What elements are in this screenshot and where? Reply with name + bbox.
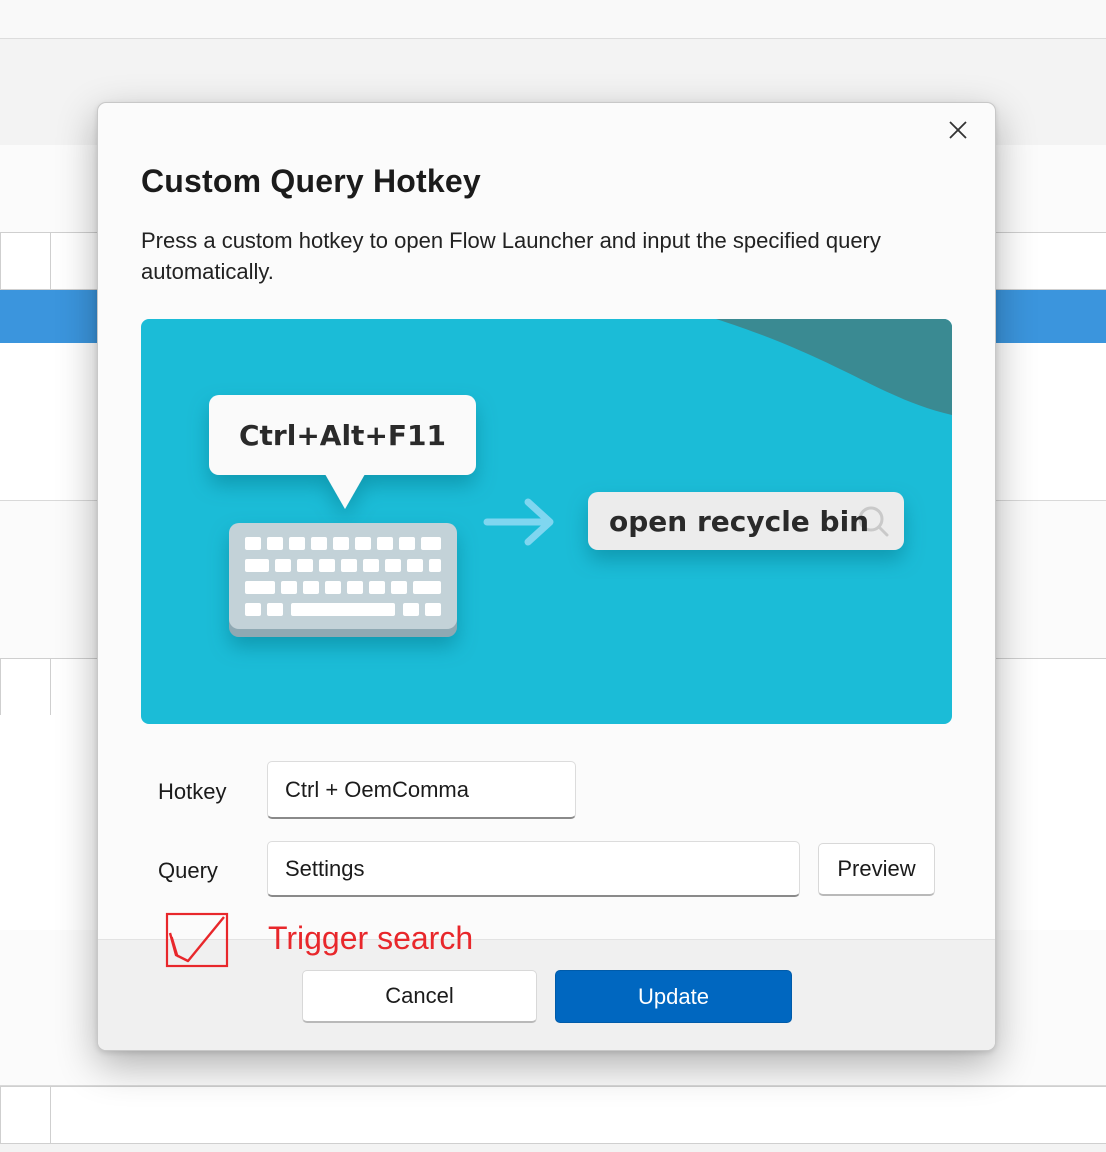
query-label: Query	[158, 858, 218, 883]
search-example-text: open recycle bin	[609, 505, 870, 538]
custom-query-hotkey-dialog: Custom Query Hotkey Press a custom hotke…	[97, 102, 996, 1051]
background-toolbar	[0, 0, 1106, 39]
corner-accent-shape	[716, 319, 952, 415]
query-input[interactable]: Settings	[267, 841, 800, 897]
arrow-right-icon	[483, 498, 554, 546]
close-button[interactable]	[941, 115, 975, 145]
hotkey-input[interactable]: Ctrl + OemComma	[267, 761, 576, 819]
hotkey-illustration: Ctrl+Alt+F11 open recycle bin	[141, 319, 952, 724]
cancel-button[interactable]: Cancel	[302, 970, 537, 1023]
hotkey-bubble-text: Ctrl+Alt+F11	[238, 418, 446, 452]
background-cell	[0, 1086, 51, 1144]
close-icon	[949, 121, 967, 139]
update-button[interactable]: Update	[555, 970, 792, 1023]
trigger-search-annotation: Trigger search	[268, 920, 474, 956]
dialog-footer	[98, 939, 995, 1050]
hotkey-label: Hotkey	[158, 779, 227, 804]
background-cell	[0, 232, 51, 290]
dialog-description: Press a custom hotkey to open Flow Launc…	[141, 228, 881, 284]
dialog-title: Custom Query Hotkey	[141, 163, 481, 199]
checkbox-annotation-icon[interactable]	[164, 911, 230, 969]
preview-button[interactable]: Preview	[818, 843, 935, 896]
background-cell	[0, 658, 51, 716]
background-cell	[50, 1086, 1106, 1144]
